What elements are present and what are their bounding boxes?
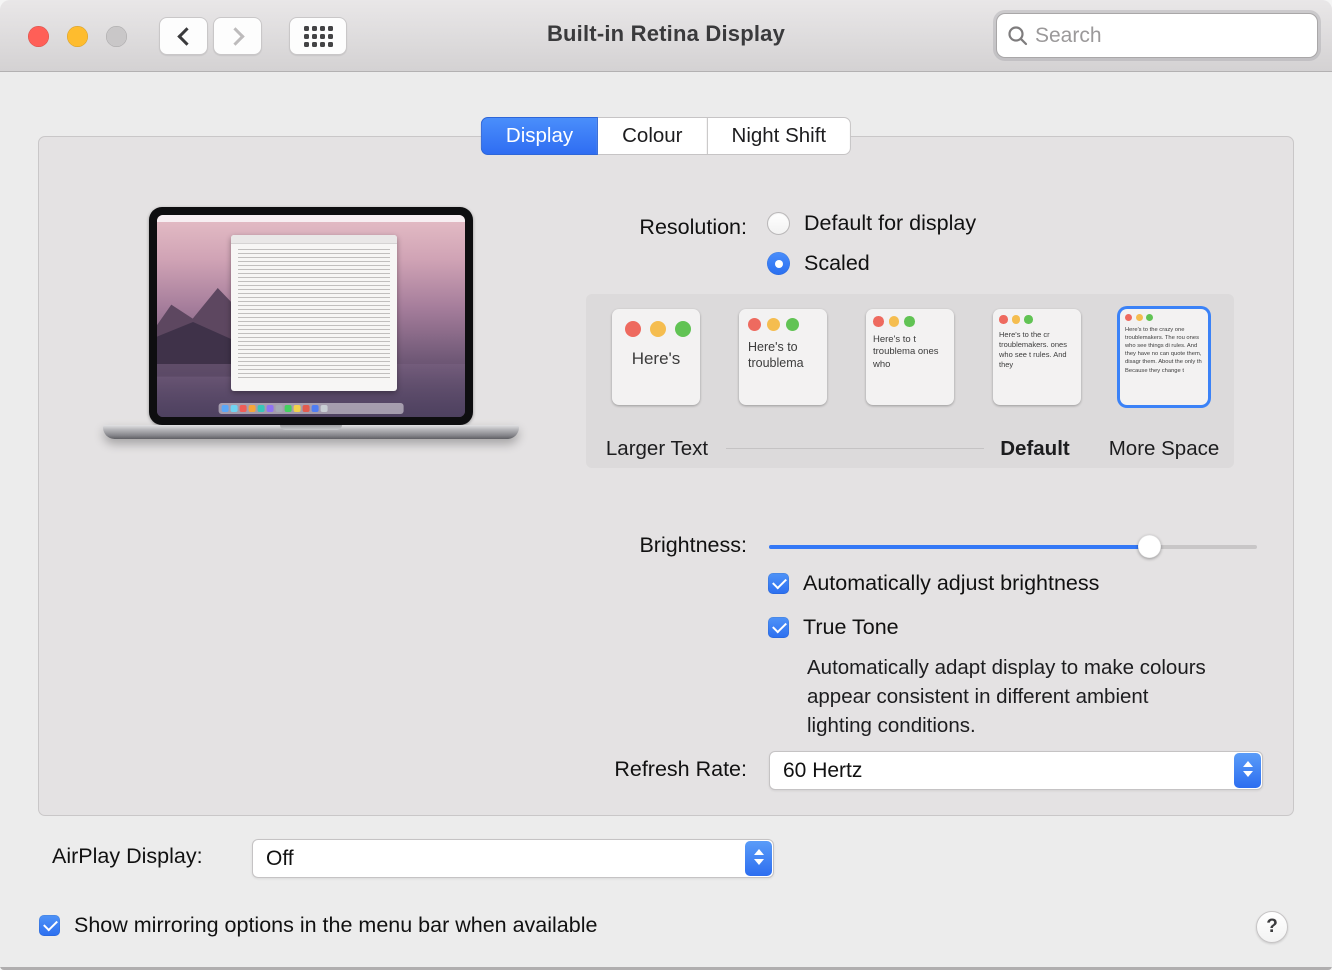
mirroring-checkbox[interactable] — [39, 915, 60, 936]
titlebar: Built-in Retina Display — [0, 0, 1332, 72]
brightness-slider-thumb[interactable] — [1137, 535, 1161, 558]
auto-brightness-row[interactable]: Automatically adjust brightness — [768, 571, 1099, 596]
macbook-base — [103, 425, 519, 439]
help-button[interactable]: ? — [1256, 911, 1288, 943]
resolution-default-option[interactable]: Default for display — [767, 211, 976, 236]
thumbnail-text: Here's — [631, 349, 681, 368]
macbook-display-image — [103, 207, 519, 439]
tab-colour[interactable]: Colour — [597, 117, 708, 155]
brightness-slider-fill — [769, 545, 1150, 549]
airplay-display-value: Off — [266, 847, 294, 870]
thumbnail-text: Here's to the cr troublemakers. ones who… — [999, 329, 1067, 369]
refresh-rate-label: Refresh Rate: — [614, 757, 747, 781]
default-scale-label: Default — [1000, 437, 1070, 460]
airplay-display-label: AirPlay Display: — [52, 844, 203, 868]
search-icon — [1008, 25, 1028, 45]
refresh-rate-value: 60 Hertz — [783, 759, 863, 782]
window-dots-icon — [612, 309, 700, 337]
mirroring-label: Show mirroring options in the menu bar w… — [74, 913, 598, 937]
auto-brightness-label: Automatically adjust brightness — [803, 571, 1100, 595]
tab-bar: Display Colour Night Shift — [480, 117, 852, 155]
mirroring-options-row[interactable]: Show mirroring options in the menu bar w… — [39, 913, 597, 938]
radio-default-for-display[interactable] — [767, 212, 790, 235]
resolution-option-more-space[interactable]: Here's to the crazy one troublemakers. T… — [1120, 309, 1208, 405]
radio-scaled-label: Scaled — [804, 251, 870, 275]
thumbnail-text: Here's to the crazy one troublemakers. T… — [1125, 327, 1202, 374]
window-dots-icon — [866, 309, 954, 327]
resolution-option-2[interactable]: Here's to troublema — [739, 309, 827, 405]
thumbnail-text: Here's to t troublema ones who — [873, 333, 939, 371]
wallpaper-dock — [218, 403, 404, 414]
airplay-display-select[interactable]: Off — [252, 839, 774, 878]
brightness-slider[interactable] — [769, 535, 1257, 559]
resolution-option-larger-text[interactable]: Here's — [612, 309, 700, 405]
wallpaper-document-window — [230, 235, 398, 391]
resolution-option-3[interactable]: Here's to t troublema ones who — [866, 309, 954, 405]
search-input[interactable] — [1035, 23, 1295, 48]
tab-display[interactable]: Display — [480, 117, 599, 155]
radio-default-label: Default for display — [804, 211, 977, 235]
window-dots-icon — [1120, 309, 1208, 321]
search-field[interactable] — [996, 13, 1318, 58]
scale-track-line — [726, 448, 984, 449]
true-tone-row[interactable]: True Tone — [768, 615, 899, 640]
larger-text-label: Larger Text — [605, 437, 709, 460]
true-tone-checkbox[interactable] — [768, 617, 789, 638]
resolution-option-default[interactable]: Here's to the cr troublemakers. ones who… — [993, 309, 1081, 405]
refresh-rate-select[interactable]: 60 Hertz — [769, 751, 1263, 790]
stepper-icon — [745, 841, 772, 876]
stepper-icon — [1234, 753, 1261, 788]
radio-scaled[interactable] — [767, 252, 790, 275]
resolution-label: Resolution: — [639, 215, 747, 239]
scaled-options-box: Here's Here's to troublema Here's to t t… — [586, 294, 1234, 468]
auto-brightness-checkbox[interactable] — [768, 573, 789, 594]
more-space-label: More Space — [1108, 437, 1220, 460]
window-dots-icon — [993, 309, 1081, 324]
thumbnail-text: Here's to troublema — [748, 340, 804, 371]
true-tone-label: True Tone — [803, 615, 899, 639]
window-dots-icon — [739, 309, 827, 331]
brightness-label: Brightness: — [639, 533, 747, 557]
tab-night-shift[interactable]: Night Shift — [706, 117, 852, 155]
resolution-scaled-option[interactable]: Scaled — [767, 251, 870, 276]
macbook-screen — [149, 207, 473, 425]
true-tone-description: Automatically adapt display to make colo… — [807, 656, 1206, 738]
macbook-wallpaper — [157, 215, 465, 417]
display-pane: Resolution: Default for display Scaled H… — [38, 136, 1294, 816]
system-preferences-window: Built-in Retina Display Display Colour N… — [0, 0, 1332, 970]
resolution-thumbnails: Here's Here's to troublema Here's to t t… — [586, 294, 1234, 405]
